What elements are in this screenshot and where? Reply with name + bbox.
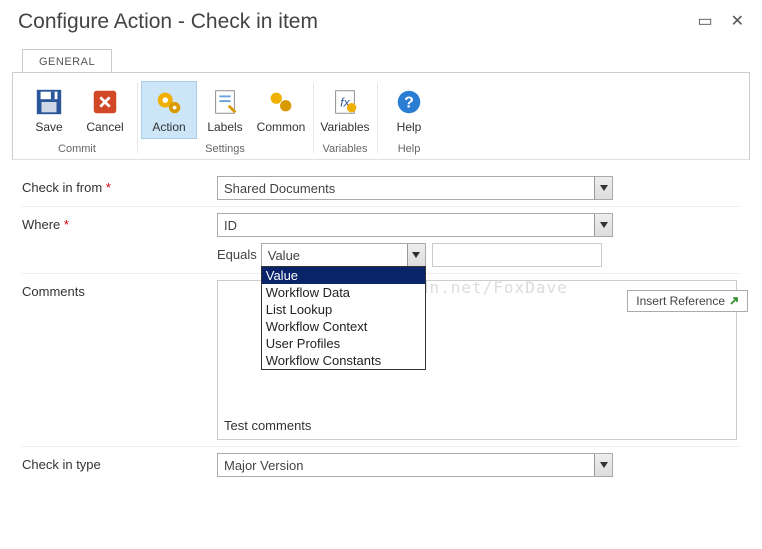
checkin-from-label: Check in from * [22, 176, 217, 195]
svg-text:?: ? [404, 95, 414, 112]
chevron-down-icon [594, 214, 612, 236]
labels-label: Labels [207, 120, 242, 134]
save-icon [33, 86, 65, 118]
labels-icon [209, 86, 241, 118]
ribbon-group-commit: Save Cancel Commit [17, 81, 137, 159]
chevron-down-icon [594, 177, 612, 199]
save-label: Save [35, 120, 62, 134]
where-label: Where * [22, 213, 217, 232]
checkin-type-label: Check in type [22, 453, 217, 472]
cancel-label: Cancel [86, 120, 123, 134]
group-title-commit: Commit [21, 139, 133, 157]
dropdown-option[interactable]: Workflow Data [262, 284, 425, 301]
checkin-from-select[interactable]: Shared Documents [217, 176, 613, 200]
group-title-help: Help [381, 139, 437, 157]
chevron-down-icon [594, 454, 612, 476]
window-close-icon[interactable]: ✕ [731, 14, 744, 30]
checkin-type-value: Major Version [224, 458, 303, 473]
checkin-from-value: Shared Documents [224, 181, 335, 196]
where-value: ID [224, 218, 237, 233]
action-button[interactable]: Action [141, 81, 197, 139]
comments-label: Comments [22, 280, 217, 299]
checkin-type-select[interactable]: Major Version [217, 453, 613, 477]
help-label: Help [397, 120, 422, 134]
equals-label: Equals [217, 243, 261, 262]
group-title-variables: Variables [317, 139, 373, 157]
common-icon [265, 86, 297, 118]
help-button[interactable]: ? Help [381, 81, 437, 139]
arrow-icon [729, 296, 739, 306]
dropdown-option[interactable]: User Profiles [262, 335, 425, 352]
labels-button[interactable]: Labels [197, 81, 253, 139]
gears-icon [153, 86, 185, 118]
dropdown-option[interactable]: Workflow Context [262, 318, 425, 335]
variables-label: Variables [320, 120, 369, 134]
where-select[interactable]: ID [217, 213, 613, 237]
dropdown-option[interactable]: List Lookup [262, 301, 425, 318]
variables-icon: fx [329, 86, 361, 118]
ribbon-group-help: ? Help Help [377, 81, 441, 159]
comments-value: Test comments [224, 418, 730, 433]
save-button[interactable]: Save [21, 81, 77, 139]
tab-general[interactable]: GENERAL [22, 49, 112, 73]
group-title-settings: Settings [141, 139, 309, 157]
equals-dropdown: Value Workflow Data List Lookup Workflow… [261, 266, 426, 370]
insert-reference-button[interactable]: Insert Reference [627, 290, 748, 312]
equals-value: Value [268, 248, 300, 263]
common-label: Common [257, 120, 306, 134]
ribbon: Save Cancel Commit Action [12, 72, 750, 160]
equals-text-field[interactable] [432, 243, 602, 267]
dropdown-option[interactable]: Workflow Constants [262, 352, 425, 369]
cancel-button[interactable]: Cancel [77, 81, 133, 139]
ribbon-group-variables: fx Variables Variables [313, 81, 377, 159]
help-icon: ? [393, 86, 425, 118]
equals-select[interactable]: Value [261, 243, 426, 267]
variables-button[interactable]: fx Variables [317, 81, 373, 139]
chevron-down-icon [407, 244, 425, 266]
dropdown-option[interactable]: Value [262, 267, 425, 284]
window-restore-icon[interactable]: ▭ [697, 14, 712, 30]
page-title: Configure Action - Check in item [18, 10, 318, 34]
action-label: Action [152, 120, 185, 134]
ribbon-group-settings: Action Labels Common Settings [137, 81, 313, 159]
common-button[interactable]: Common [253, 81, 309, 139]
cancel-icon [89, 86, 121, 118]
insert-reference-label: Insert Reference [636, 294, 725, 308]
